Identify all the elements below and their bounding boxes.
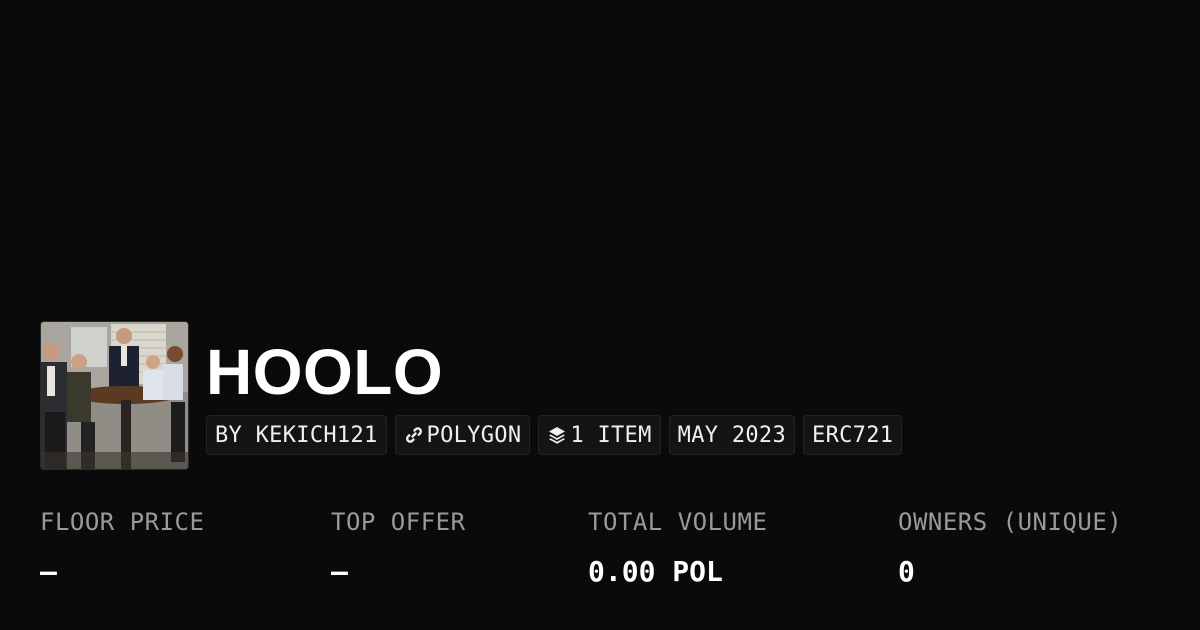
chain-tag[interactable]: POLYGON [394,415,531,455]
top-offer-label: TOP OFFER [331,508,466,536]
standard-label: ERC721 [812,422,894,448]
date-label: MAY 2023 [677,422,787,448]
items-label: 1 ITEM [570,422,652,448]
link-icon [404,425,424,445]
creator-label: BY KEKICH121 [215,422,378,448]
floor-price-value: – [40,555,57,588]
floor-price-stat: FLOOR PRICE – [40,504,204,590]
top-offer-value: – [331,555,348,588]
collection-share-card: HOOLO BY KEKICH121 POLYGON 1 ITEM MAY 20… [0,0,1200,630]
collection-tags: BY KEKICH121 POLYGON 1 ITEM MAY 2023 ERC… [206,415,903,455]
total-volume-stat: TOTAL VOLUME 0.00 POL [588,504,767,590]
creator-tag[interactable]: BY KEKICH121 [206,415,387,455]
top-offer-stat: TOP OFFER – [331,504,466,590]
layers-icon [547,425,567,445]
floor-price-label: FLOOR PRICE [40,508,205,536]
total-volume-value: 0.00 POL [588,555,723,588]
items-tag[interactable]: 1 ITEM [538,415,661,455]
owners-label: OWNERS (UNIQUE) [898,508,1123,536]
standard-tag: ERC721 [803,415,903,455]
total-volume-label: TOTAL VOLUME [588,508,768,536]
collection-thumbnail [40,321,189,470]
collection-title: HOOLO [206,336,444,408]
chain-label: POLYGON [426,422,522,448]
owners-stat: OWNERS (UNIQUE) 0 [898,504,1122,590]
collection-image [41,322,188,469]
owners-value: 0 [898,555,915,588]
date-tag: MAY 2023 [668,415,796,455]
